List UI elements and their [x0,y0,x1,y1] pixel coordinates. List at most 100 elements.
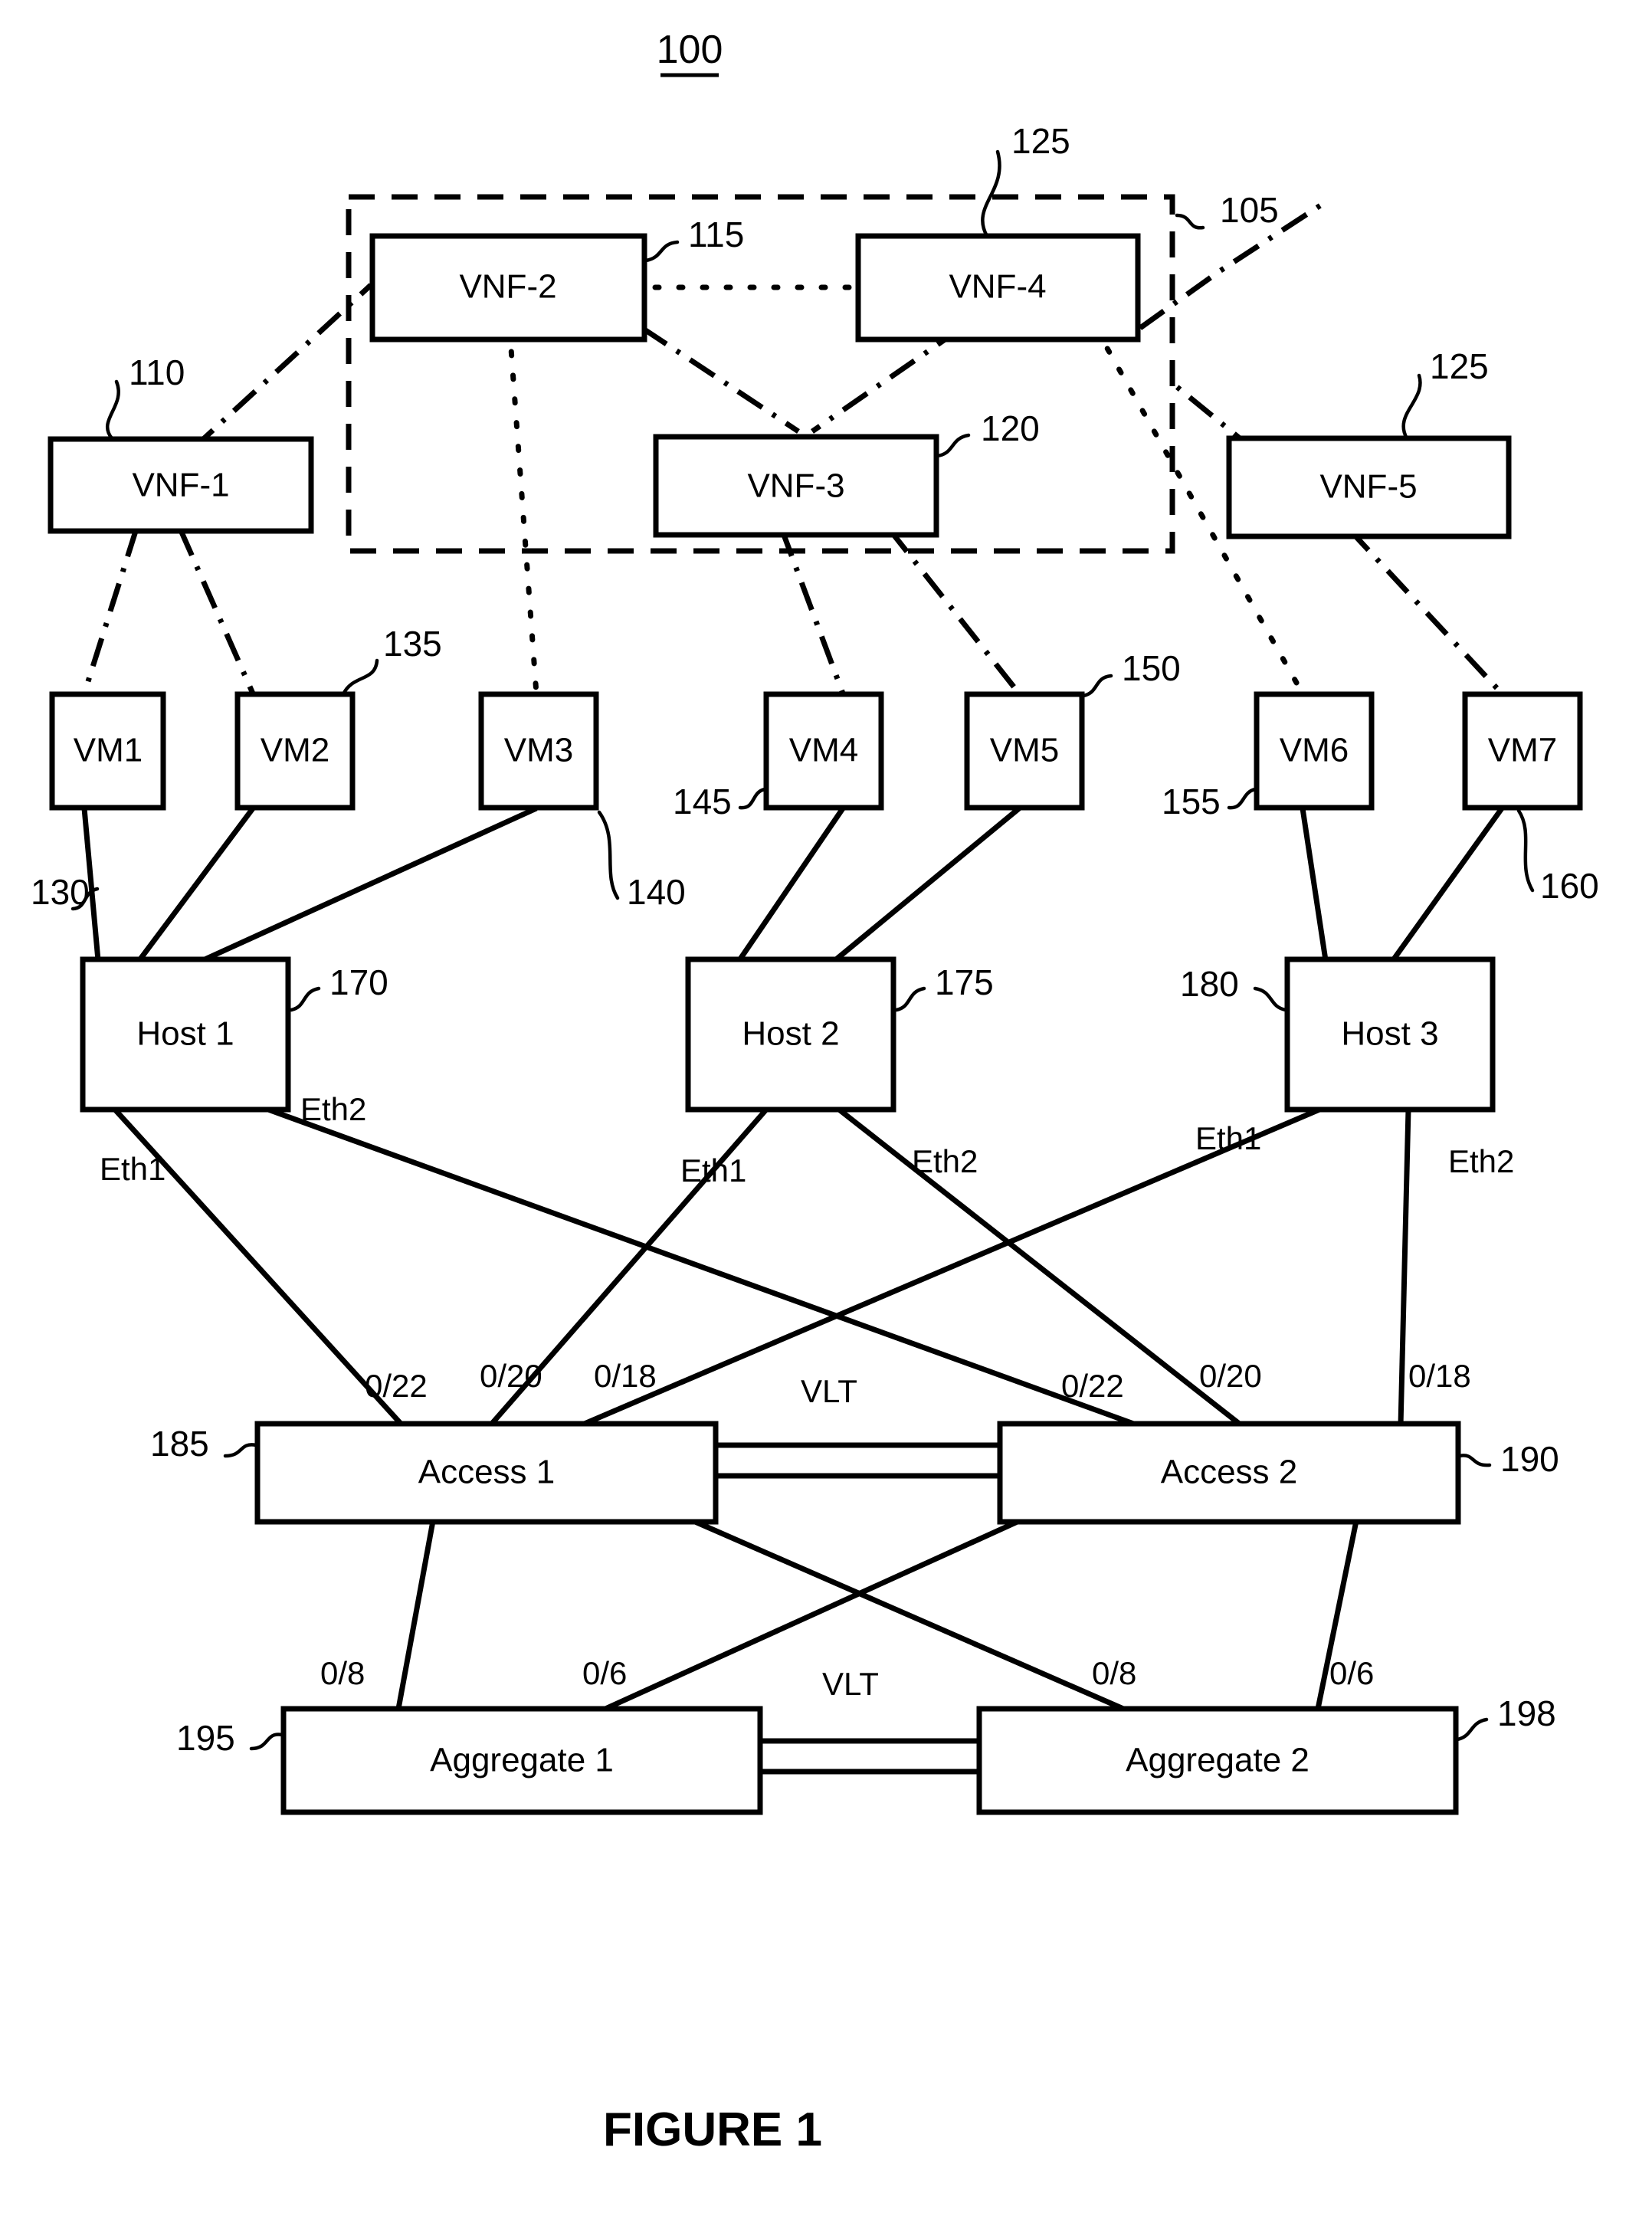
link-vm4-host2 [737,807,845,962]
link-vm6-host3 [1300,808,1329,961]
node-vnf-3[interactable]: VNF-3 120 [653,408,1040,538]
vlt-aggregate-label: VLT [822,1666,879,1702]
host-1-ref-label: 170 [329,962,388,1002]
access-2-label: Access 2 [1161,1454,1298,1491]
host-1-label: Host 1 [136,1015,234,1053]
link-vm2-host1 [137,806,255,962]
aggregate-1-port-0-label: 0/8 [320,1655,365,1691]
aggregate-2-port-0-label: 0/8 [1092,1655,1136,1691]
access-1-port-2-label: 0/18 [594,1358,657,1394]
link-vnf1-vm1 [81,527,139,695]
host-2-eth1-label: Eth1 [680,1152,746,1188]
vm-5-ref-label: 150 [1122,648,1181,688]
vlt-access-label: VLT [801,1373,857,1409]
vm-2-ref-label: 135 [383,624,442,664]
link-vnf2-vm3 [506,325,539,697]
node-vm-7[interactable]: VM7 160 [1462,691,1599,906]
link-vnf5-vm7 [1346,526,1504,696]
link-vnf1-vnf2 [189,283,373,452]
vm-6-ref-label: 155 [1162,782,1221,821]
aggregate-2-label: Aggregate 2 [1126,1742,1309,1779]
group-boundary-ref-label: 105 [1220,190,1279,230]
node-vm-3[interactable]: VM3 140 [478,691,686,912]
host-3-eth2-label: Eth2 [1448,1143,1514,1179]
node-vm-4[interactable]: VM4 145 [673,691,884,821]
figure-top-reference: 100 [657,28,723,77]
access-1-label: Access 1 [418,1454,556,1491]
host-3-ref-label: 180 [1180,964,1239,1004]
aggregate-2-port-1-label: 0/6 [1329,1655,1374,1691]
vm-3-label: VM3 [504,732,573,769]
access-2-ref-label: 190 [1500,1439,1559,1479]
node-vnf-4[interactable]: VNF-4 125 [855,121,1141,343]
access-1-ref-label: 185 [150,1424,209,1464]
vm-5-label: VM5 [990,732,1059,769]
vnf-3-label: VNF-3 [747,467,844,505]
vnf-2-label: VNF-2 [459,268,556,306]
vnf-2-ref-label: 115 [688,215,744,254]
figure-top-reference-label: 100 [657,28,723,72]
aggregate-2-ref-label: 198 [1497,1693,1556,1733]
node-vnf-1[interactable]: VNF-1 110 [48,352,314,534]
host-3-eth1-label: Eth1 [1195,1120,1261,1156]
vm-1-ref-label: 130 [31,872,90,912]
node-host-1[interactable]: Host 1 170 Eth1 Eth2 [80,956,388,1187]
vlt-link-aggregate: VLT [760,1666,979,1775]
node-host-3[interactable]: Host 3 180 Eth1 Eth2 [1180,956,1514,1179]
link-vm3-host1 [202,805,538,963]
link-vnf2-vnf3-cross [641,326,800,434]
host-3-label: Host 3 [1341,1015,1438,1053]
link-vnf1-vm2 [177,527,256,695]
host-2-eth2-label: Eth2 [912,1143,978,1179]
host-1-eth1-label: Eth1 [100,1151,166,1187]
access-2-port-0-label: 0/22 [1061,1368,1124,1404]
link-host3-eth2-access2 [1398,1109,1411,1426]
link-vnf4-vnf3 [811,326,963,434]
host-2-label: Host 2 [742,1015,839,1053]
vm-4-ref-label: 145 [673,782,732,821]
vm-7-ref-label: 160 [1540,866,1599,906]
node-aggregate-2[interactable]: Aggregate 2 198 0/8 0/6 [976,1655,1556,1815]
patent-figure-page: 100 105 VNF-1 110 VNF-2 115 VNF-3 120 VN… [0,0,1652,2226]
vm-7-label: VM7 [1488,732,1557,769]
link-host2-eth2-access2 [837,1107,1244,1428]
vnf-3-ref-label: 120 [981,408,1040,448]
vm-4-label: VM4 [789,732,858,769]
link-vm5-host2 [833,806,1021,962]
vlt-link-access: VLT [716,1373,1000,1479]
vm-2-label: VM2 [261,732,329,769]
vnf-4-ref-label: 125 [1011,121,1070,161]
vnf-1-ref-label: 110 [129,352,185,392]
aggregate-1-port-1-label: 0/6 [582,1655,627,1691]
vnf-5-label: VNF-5 [1319,468,1417,506]
node-vnf-2[interactable]: VNF-2 115 [369,215,744,343]
access-2-port-2-label: 0/18 [1408,1358,1471,1394]
aggregate-1-label: Aggregate 1 [430,1742,614,1779]
vm-1-label: VM1 [74,732,143,769]
node-access-2[interactable]: Access 2 190 0/22 0/20 0/18 [997,1358,1559,1525]
vnf-4-label: VNF-4 [949,268,1046,306]
node-vnf-5[interactable]: VNF-5 125 [1226,346,1512,539]
group-boundary-ref-callout: 105 [1175,190,1279,230]
access-1-port-1-label: 0/20 [480,1358,542,1394]
vnf-1-label: VNF-1 [132,467,229,504]
vm-6-label: VM6 [1280,732,1349,769]
host-2-ref-label: 175 [935,962,994,1002]
access-1-port-0-label: 0/22 [365,1368,428,1404]
link-access1-agg1 [395,1520,436,1710]
vm-to-host-links [81,805,1504,963]
node-vm-2[interactable]: VM2 135 [234,624,442,811]
link-access1-agg2 [692,1518,1125,1712]
node-host-2[interactable]: Host 2 175 Eth1 Eth2 [680,956,994,1188]
vnf-5-ref-label: 125 [1430,346,1489,386]
figure-caption: FIGURE 1 [603,2103,822,2156]
aggregate-1-ref-label: 195 [176,1718,235,1758]
node-vm-6[interactable]: VM6 155 [1162,691,1375,821]
link-vm7-host3 [1391,806,1504,962]
access-2-port-1-label: 0/20 [1199,1358,1262,1394]
host-1-eth2-label: Eth2 [300,1091,366,1127]
link-access2-agg1 [604,1518,1021,1712]
node-access-1[interactable]: Access 1 185 0/22 0/20 0/18 [150,1358,719,1525]
network-architecture-diagram: 100 105 VNF-1 110 VNF-2 115 VNF-3 120 VN… [31,28,1599,2156]
node-vm-1[interactable]: VM1 130 [31,691,166,912]
